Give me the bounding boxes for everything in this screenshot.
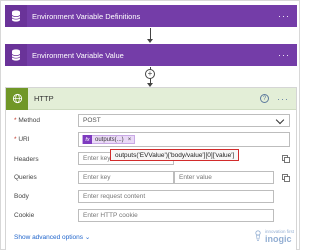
more-options-icon[interactable]: ···: [278, 11, 290, 21]
remove-token-icon[interactable]: ×: [128, 137, 132, 143]
show-advanced-options-link[interactable]: Show advanced options ⌄: [14, 233, 90, 241]
token-label: outputs(...): [95, 136, 124, 143]
chevron-down-icon: [275, 115, 285, 125]
queries-label: Queries: [14, 174, 37, 181]
connector-arrow-icon: [147, 39, 153, 43]
watermark-tagline: innovation first: [265, 228, 295, 234]
help-icon[interactable]: ?: [260, 94, 269, 103]
database-icon: [5, 5, 27, 27]
uri-expression-token[interactable]: fx outputs(...) ×: [82, 135, 136, 144]
globe-icon: [6, 87, 28, 110]
function-icon: fx: [83, 135, 92, 144]
action-card-env-variable-definitions[interactable]: Environment Variable Definitions ···: [5, 5, 297, 27]
add-step-plus-icon[interactable]: +: [145, 69, 155, 79]
chevron-down-icon: ⌄: [84, 234, 91, 241]
cookie-input[interactable]: Enter HTTP cookie: [78, 209, 274, 222]
flow-canvas: Environment Variable Definitions ··· Env…: [0, 0, 300, 250]
inogic-watermark-logo: innovation first inogic: [253, 226, 295, 246]
expression-tooltip: outputs('EVValue')['body/value'][0]['val…: [110, 149, 240, 161]
switch-to-text-mode-icon[interactable]: [282, 155, 290, 163]
action-card-env-variable-value[interactable]: Environment Variable Value ···: [5, 44, 297, 66]
queries-value-input[interactable]: Enter value: [174, 171, 274, 184]
body-input[interactable]: Enter request content: [78, 190, 274, 203]
watermark-brand: inogic: [265, 233, 292, 244]
more-options-icon[interactable]: ···: [278, 50, 290, 60]
more-options-icon[interactable]: ···: [277, 94, 289, 104]
switch-to-text-mode-icon[interactable]: [282, 174, 290, 182]
inogic-logo-icon: [255, 230, 261, 241]
http-title: HTTP: [34, 94, 54, 103]
database-icon: [5, 44, 27, 66]
card-title: Environment Variable Value: [32, 50, 124, 60]
method-label: * Method: [14, 117, 41, 124]
headers-label: Headers: [14, 156, 39, 163]
method-select[interactable]: POST: [78, 114, 290, 127]
body-label: Body: [14, 193, 29, 200]
cookie-label: Cookie: [14, 212, 35, 219]
queries-key-input[interactable]: Enter key: [78, 171, 174, 184]
http-card-header[interactable]: HTTP ? ···: [6, 87, 296, 110]
card-title: Environment Variable Definitions: [32, 11, 141, 21]
method-value: POST: [83, 117, 101, 124]
uri-label: * URI: [14, 136, 30, 143]
